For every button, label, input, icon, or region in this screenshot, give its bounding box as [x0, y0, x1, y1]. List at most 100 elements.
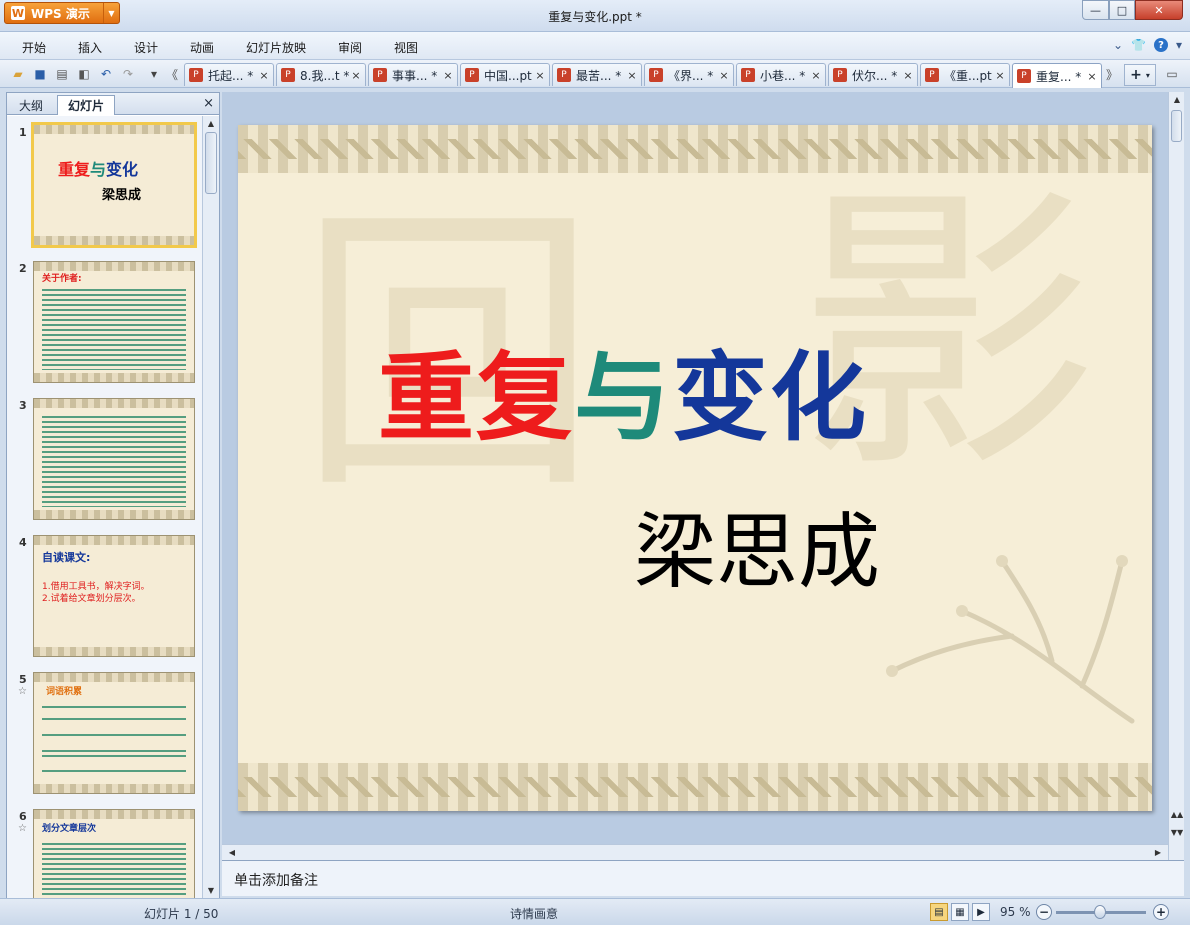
collapse-ribbon-icon[interactable]: ⌄ — [1113, 38, 1123, 52]
thumb-body-text — [42, 715, 186, 721]
customize-toolbar-icon[interactable]: ▾ — [146, 66, 162, 82]
current-slide[interactable]: 回 影 重复与变化 梁思成 — [238, 125, 1152, 811]
notes-pane[interactable]: 单击添加备注 — [222, 860, 1184, 896]
panel-close-icon[interactable]: × — [203, 96, 214, 111]
tabs-scroll-right-icon[interactable]: 》 — [1104, 66, 1120, 82]
doc-tab-2[interactable]: P 8.我...t * × — [276, 63, 366, 86]
slide-thumb-3[interactable] — [33, 398, 195, 520]
animation-star-icon: ☆ — [18, 823, 27, 834]
status-bar: 幻灯片 1 / 50 诗情画意 ▤ ▦ ▶ 95 % − + — [0, 898, 1190, 925]
canvas-vertical-scrollbar[interactable]: ▲ ▲▲ ▼▼ — [1168, 92, 1184, 860]
thumbs-scrollbar[interactable]: ▲ ▼ — [202, 116, 219, 898]
slideshow-play-icon[interactable]: ▶ — [972, 903, 990, 921]
scroll-right-icon[interactable]: ▶ — [1150, 848, 1166, 857]
minimize-button[interactable]: — — [1082, 0, 1109, 20]
close-icon[interactable]: × — [717, 69, 731, 82]
zoom-in-icon[interactable]: + — [1153, 904, 1169, 920]
close-icon[interactable]: × — [1085, 70, 1099, 83]
scroll-up-icon[interactable]: ▲ — [1169, 95, 1185, 104]
doc-tab-3[interactable]: P 事事... * × — [368, 63, 458, 86]
thumb-title: 重复与变化 — [58, 160, 139, 179]
prev-slide-icon[interactable]: ▲▲ — [1169, 810, 1185, 819]
close-icon[interactable]: × — [349, 69, 363, 82]
slide-subtitle-author[interactable]: 梁思成 — [634, 485, 880, 604]
scrollbar-thumb[interactable] — [205, 132, 217, 194]
slide-thumbnails: 1 重复与变化 梁思成 2 关于作者: 3 4 自读课文: 1.借用工具书，解决… — [7, 116, 202, 898]
ppt-file-icon: P — [741, 68, 755, 82]
doc-tab-4[interactable]: P 中国...pt × — [460, 63, 550, 86]
tab-outline[interactable]: 大纲 — [9, 95, 53, 115]
doc-tab-label: 中国...pt — [484, 68, 532, 83]
close-icon[interactable]: × — [993, 69, 1007, 82]
panel-tabs: 大纲 幻灯片 × — [7, 93, 219, 115]
ppt-file-icon: P — [189, 68, 203, 82]
slide-title[interactable]: 重复与变化 — [378, 320, 868, 459]
thumb-body-text — [42, 286, 186, 370]
close-button[interactable]: ✕ — [1135, 0, 1183, 20]
slide-sorter-icon[interactable]: ▦ — [951, 903, 969, 921]
scrollbar-thumb[interactable] — [1171, 110, 1182, 142]
close-icon[interactable]: × — [257, 69, 271, 82]
close-icon[interactable]: × — [441, 69, 455, 82]
scroll-down-icon[interactable]: ▼ — [203, 886, 219, 895]
doc-tab-10-active[interactable]: P 重复... * × — [1012, 63, 1102, 88]
save-icon[interactable]: ■ — [32, 66, 48, 82]
menu-start[interactable]: 开始 — [22, 39, 46, 56]
slide-indicator: 幻灯片 1 / 50 — [144, 907, 219, 921]
maximize-button[interactable]: □ — [1109, 0, 1135, 20]
scroll-left-icon[interactable]: ◀ — [224, 848, 240, 857]
thumb-heading: 词语积累 — [46, 687, 83, 697]
close-icon[interactable]: × — [809, 69, 823, 82]
doc-tab-5[interactable]: P 最苦... * × — [552, 63, 642, 86]
help-dropdown-icon[interactable]: ▾ — [1176, 38, 1182, 52]
doc-tab-1[interactable]: P 托起... * × — [184, 63, 274, 86]
canvas-horizontal-scrollbar[interactable]: ◀ ▶ — [222, 844, 1168, 860]
ppt-file-icon: P — [281, 68, 295, 82]
doc-tab-label: 托起... * — [208, 68, 254, 83]
slide-thumb-4[interactable]: 自读课文: 1.借用工具书，解决字词。 2.试着给文章划分层次。 — [33, 535, 195, 657]
ppt-file-icon: P — [649, 68, 663, 82]
print-preview-icon[interactable]: ◧ — [76, 66, 92, 82]
menu-design[interactable]: 设计 — [134, 39, 158, 56]
menu-review[interactable]: 审阅 — [338, 39, 362, 56]
close-icon[interactable]: × — [625, 69, 639, 82]
close-icon[interactable]: × — [533, 69, 547, 82]
menu-animation[interactable]: 动画 — [190, 39, 214, 56]
menu-insert[interactable]: 插入 — [78, 39, 102, 56]
scroll-up-icon[interactable]: ▲ — [203, 119, 219, 128]
thumb-heading: 划分文章层次 — [42, 824, 97, 834]
menu-view[interactable]: 视图 — [394, 39, 418, 56]
slide-thumb-5[interactable]: 词语积累 — [33, 672, 195, 794]
close-icon[interactable]: × — [901, 69, 915, 82]
tab-slides[interactable]: 幻灯片 — [57, 95, 116, 115]
slide-thumb-2[interactable]: 关于作者: — [33, 261, 195, 383]
menu-right-tools: ⌄ 👕 ? ▾ — [1113, 38, 1182, 52]
new-tab-button[interactable]: + ▾ — [1124, 64, 1156, 86]
title-part-red: 重复 — [378, 341, 574, 454]
open-folder-icon[interactable]: ▰ — [10, 66, 26, 82]
skin-shirt-icon[interactable]: 👕 — [1131, 38, 1146, 52]
normal-view-icon[interactable]: ▤ — [930, 903, 948, 921]
ppt-file-icon: P — [925, 68, 939, 82]
chevron-down-icon: ▾ — [1145, 70, 1150, 80]
doc-tab-9[interactable]: P 《重...pt × — [920, 63, 1010, 86]
next-slide-icon[interactable]: ▼▼ — [1169, 828, 1185, 837]
menu-slideshow[interactable]: 幻灯片放映 — [246, 39, 306, 56]
zoom-slider-handle[interactable] — [1094, 905, 1106, 919]
thumb-body-text — [42, 413, 186, 507]
doc-tab-7[interactable]: P 小巷... * × — [736, 63, 826, 86]
undo-icon[interactable]: ↶ — [98, 66, 114, 82]
slide-thumb-6[interactable]: 划分文章层次 — [33, 809, 195, 898]
thumb-number: 4 — [19, 536, 27, 549]
tabs-scroll-left-icon[interactable]: 《 — [164, 66, 180, 82]
quick-toolbar: ▰ ■ ▤ ◧ ↶ ↷ ▾ 《 P 托起... * × P 8.我...t * × P事… — [0, 60, 1190, 88]
doc-tab-8[interactable]: P 伏尔... * × — [828, 63, 918, 86]
tab-list-icon[interactable]: ▭ — [1164, 66, 1180, 82]
help-icon[interactable]: ? — [1153, 38, 1168, 52]
doc-tab-6[interactable]: P 《界... * × — [644, 63, 734, 86]
animation-star-icon: ☆ — [18, 686, 27, 697]
print-icon[interactable]: ▤ — [54, 66, 70, 82]
zoom-out-icon[interactable]: − — [1036, 904, 1052, 920]
slide-thumb-1[interactable]: 重复与变化 梁思成 — [31, 122, 197, 248]
redo-icon[interactable]: ↷ — [120, 66, 136, 82]
